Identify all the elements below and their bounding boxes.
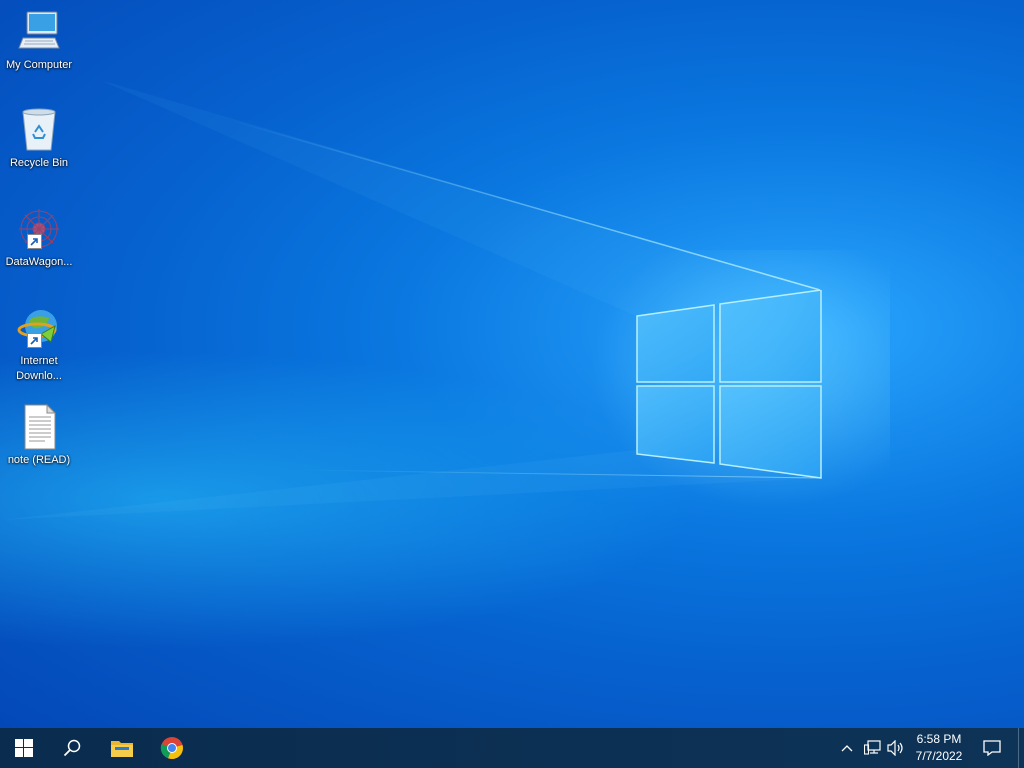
recycle-bin-icon bbox=[15, 106, 63, 154]
desktop-icon-label: note (READ) bbox=[7, 454, 71, 466]
show-hidden-icons-button[interactable] bbox=[836, 728, 858, 768]
shortcut-arrow-icon bbox=[27, 234, 42, 249]
desktop-icon-recycle-bin[interactable]: Recycle Bin bbox=[0, 106, 78, 171]
internet-download-manager-icon bbox=[15, 304, 63, 352]
taskbar-clock[interactable]: 6:58 PM 7/7/2022 bbox=[910, 731, 968, 765]
volume-icon bbox=[887, 740, 903, 756]
chrome-icon bbox=[160, 737, 183, 760]
taskbar: 6:58 PM 7/7/2022 bbox=[0, 728, 1024, 768]
desktop-icon-label: Internet Downlo... bbox=[16, 355, 62, 382]
start-button[interactable] bbox=[0, 728, 48, 768]
chevron-up-icon bbox=[841, 745, 853, 752]
action-center-button[interactable] bbox=[976, 728, 1008, 768]
volume-button[interactable] bbox=[884, 728, 908, 768]
desktop-icon-note-read[interactable]: note (READ) bbox=[0, 403, 78, 468]
desktop-icon-datawagon[interactable]: DataWagon... bbox=[0, 205, 78, 270]
text-document-icon bbox=[15, 403, 63, 451]
desktop-icon-my-computer[interactable]: My Computer bbox=[0, 8, 78, 73]
datawagon-icon bbox=[15, 205, 63, 253]
desktop-icon-internet-download-manager[interactable]: Internet Downlo... bbox=[0, 304, 78, 384]
show-desktop-button[interactable] bbox=[1018, 728, 1019, 768]
desktop-icon-label: Recycle Bin bbox=[9, 157, 69, 169]
folder-icon bbox=[111, 741, 133, 757]
windows-start-icon bbox=[15, 739, 33, 757]
taskbar-file-explorer-button[interactable] bbox=[98, 728, 146, 768]
desktop-icon-label: My Computer bbox=[5, 59, 73, 71]
search-button[interactable] bbox=[48, 728, 96, 768]
network-button[interactable] bbox=[860, 728, 884, 768]
clock-time: 6:58 PM bbox=[916, 732, 962, 746]
network-icon bbox=[863, 740, 881, 755]
taskbar-chrome-button[interactable] bbox=[148, 728, 196, 768]
wallpaper-windows-logo bbox=[636, 290, 822, 479]
desktop-icon-label: DataWagon... bbox=[5, 256, 73, 268]
computer-icon bbox=[15, 8, 63, 56]
clock-date: 7/7/2022 bbox=[915, 749, 963, 763]
action-center-icon bbox=[983, 740, 1001, 756]
shortcut-arrow-icon bbox=[27, 333, 42, 348]
search-icon bbox=[63, 739, 81, 757]
desktop-background[interactable]: My Computer Recycle Bin DataWagon... Int… bbox=[0, 0, 1024, 728]
wallpaper-light-beams bbox=[0, 80, 821, 520]
